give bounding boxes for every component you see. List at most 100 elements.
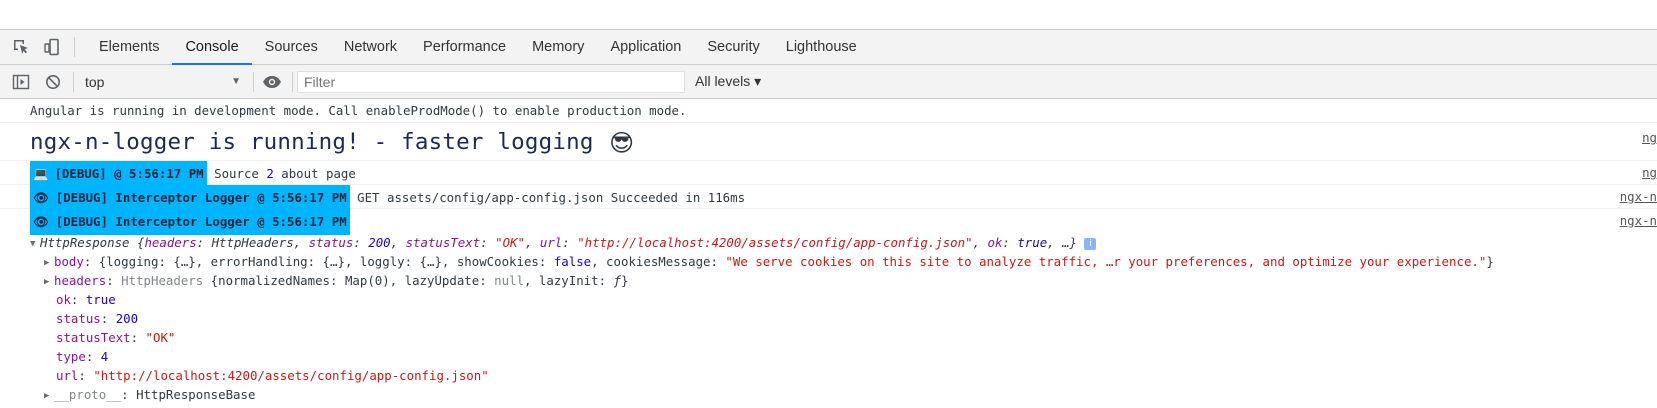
prop-value: ƒ [613,273,621,288]
debug-badge: 💻 [DEBUG] @ 5:56:17 PM [30,161,207,187]
punct: } [620,273,629,288]
prop-key: ok [987,235,1003,250]
prop-key: ok [56,292,71,307]
badge-text: [DEBUG] @ 5:56:17 PM [54,166,204,181]
toolbar-separator [253,71,254,92]
prop-value: 200 [115,311,139,326]
object-prop-ok: ok: true [56,292,116,307]
object-prop-url: url: "http://localhost:4200/assets/confi… [56,368,489,383]
tab-console[interactable]: Console [172,30,252,65]
object-root[interactable]: ▼ HttpResponse {headers: HttpHeaders, sta… [0,233,1657,252]
tab-security[interactable]: Security [694,30,772,64]
prop-value: "http://localhost:4200/assets/config/app… [93,368,489,383]
badge-text: [DEBUG] Interceptor Logger @ 5:56:17 PM [55,190,347,205]
message-text: about page [273,166,356,181]
eye-icon: 👁 [33,214,49,229]
message-number: 2 [266,166,274,181]
sunglasses-emoji-icon: 😎 [609,129,635,157]
sidebar-toggle-icon[interactable] [11,72,31,92]
info-icon[interactable]: i [1084,238,1097,250]
log-levels-dropdown[interactable]: All levels ▾ [695,73,761,90]
prop-key: status [308,235,354,250]
prop-key: __proto__ [54,387,122,402]
prop-key: statusText [56,330,131,345]
prop-value: HttpHeaders [211,235,294,250]
console-message: ngx-n-logger is running! - faster loggin… [0,123,1657,161]
prop-value: true [1017,235,1048,250]
tab-sources[interactable]: Sources [252,30,331,64]
prop-type: HttpHeaders [121,273,204,288]
source-link[interactable]: ng [1642,161,1657,185]
context-selector[interactable]: top ▼ [79,70,249,94]
debug-badge: 👁 [DEBUG] Interceptor Logger @ 5:56:17 PM [30,209,350,235]
prop-key: status [56,311,101,326]
prop-key: headers [144,235,197,250]
message-text: GET assets/config/app-config.json Succee… [357,190,746,205]
prop-value: "OK" [495,235,525,250]
tab-elements[interactable]: Elements [86,30,172,64]
device-toolbar-icon[interactable] [42,37,62,57]
triangle-right-icon[interactable]: ▶ [44,273,54,292]
console-toolbar: top ▼ All levels ▾ [0,65,1657,99]
triangle-right-icon[interactable]: ▶ [44,387,54,406]
prop-key: url [539,235,563,250]
punct: , …} [1047,235,1078,250]
object-prop-status: status: 200 [56,311,139,326]
tab-network[interactable]: Network [331,30,410,64]
eye-icon[interactable] [262,72,282,92]
toolbar-separator [292,71,293,92]
toolbar-separator [73,71,74,92]
eye-icon: 👁 [33,190,49,205]
source-link[interactable]: ngx-n [1620,185,1657,209]
console-message: 💻 [DEBUG] @ 5:56:17 PM Source 2 about pag… [0,161,1657,187]
tab-application[interactable]: Application [597,30,694,64]
punct: { [129,235,145,250]
prop-key: type [56,349,86,364]
tabbar-separator [74,37,75,57]
object-prop-statustext: statusText: "OK" [56,330,176,345]
console-message: Angular is running in development mode. … [0,99,1657,123]
prop-key: url [56,368,79,383]
message-text: Angular is running in development mode. … [30,103,687,118]
prop-value: 4 [100,349,109,364]
triangle-down-icon[interactable]: ▼ [30,235,40,254]
object-prop-headers[interactable]: ▶ headers: HttpHeaders {normalizedNames: … [0,271,1657,290]
prop-key: body [54,254,84,269]
prop-value: "OK" [145,330,176,345]
prop-value: {normalizedNames: Map(0), lazyUpdate: [203,273,495,288]
object-prop-body[interactable]: ▶ body: {logging: {…}, errorHandling: {…}… [0,252,1657,271]
inspect-element-icon[interactable] [11,37,31,57]
object-prop-type: type: 4 [56,349,109,364]
clear-console-icon[interactable] [43,72,63,92]
prop-value: true [85,292,116,307]
prop-value: null [494,273,524,288]
tab-memory[interactable]: Memory [519,30,597,64]
message-text: ngx-n-logger is running! - faster loggin… [30,129,594,155]
prop-value: "We serve cookies on this site to analyz… [725,254,1487,269]
prop-value: false [553,254,592,269]
chevron-down-icon: ▼ [231,76,241,87]
browser-viewport-edge [0,0,1657,30]
punct: } [1486,254,1494,269]
object-prop-proto[interactable]: ▶ __proto__: HttpResponseBase [0,385,1657,404]
prop-value: {logging: {…}, errorHandling: {…}, loggl… [98,254,554,269]
prop-value: 200 [368,235,391,250]
debug-badge: 👁 [DEBUG] Interceptor Logger @ 5:56:17 PM [30,185,350,211]
laptop-icon: 💻 [33,166,49,181]
source-link[interactable]: ngx-n [1620,209,1657,233]
context-value: top [85,73,105,90]
tab-performance[interactable]: Performance [410,30,519,64]
prop-key: statusText [405,235,481,250]
source-link[interactable]: ng [1642,123,1657,153]
filter-input[interactable] [297,70,685,93]
prop-value: "http://localhost:4200/assets/config/app… [577,235,973,250]
prop-value: , cookiesMessage: [591,254,726,269]
console-output: Angular is running in development mode. … [0,99,1657,404]
message-text: Source [214,166,267,181]
console-message: 👁 [DEBUG] Interceptor Logger @ 5:56:17 PM… [0,185,1657,211]
prop-value: HttpResponseBase [136,387,256,402]
tab-lighthouse[interactable]: Lighthouse [773,30,870,64]
devtools-tabbar: Elements Console Sources Network Perform… [0,30,1657,65]
object-type: HttpResponse [40,235,130,250]
prop-key: headers [54,273,107,288]
